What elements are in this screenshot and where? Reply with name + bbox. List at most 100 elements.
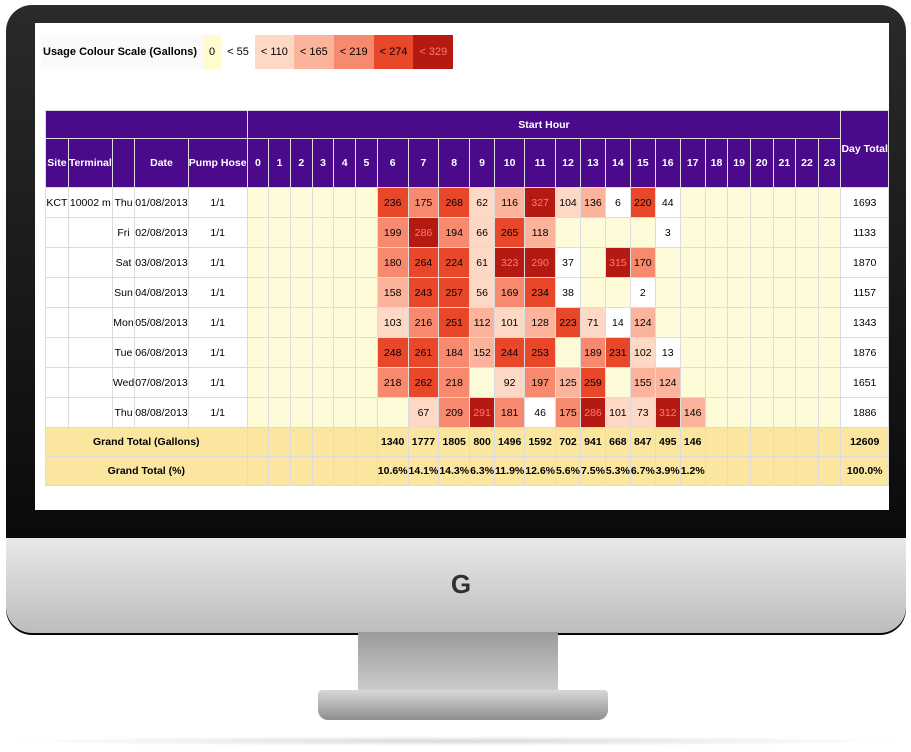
usage-cell: 290 [524,247,557,278]
hour-header: 20 [749,138,774,188]
date-cell: 07/08/2013 [134,367,189,398]
usage-cell [817,217,842,248]
usage-cell: 38 [555,277,581,308]
legend-swatch: < 274 [373,35,414,69]
legend-swatch: < 329 [413,35,454,69]
usage-cell: 56 [469,277,496,308]
hour-header: 14 [604,138,631,188]
usage-cell: 265 [494,217,526,248]
usage-cell [246,397,270,428]
usage-cell: 61 [469,247,496,278]
usage-cell: 312 [654,397,681,428]
usage-cell [772,277,797,308]
usage-cell: 73 [629,397,656,428]
day-total-cell: 1870 [840,247,889,278]
usage-cell [772,307,797,338]
usage-cell: 236 [376,187,409,218]
usage-cell: 136 [579,187,606,218]
grand-total-percent-row: Grand Total (%) 10.6% 14.1% 14.3% 6.3% 11.9% 1… [45,456,889,486]
table-row: Mon 05/08/2013 1/1 103 216 251 112 101 128 223 71 1… [45,307,889,338]
day-cell: Fri [111,217,136,248]
usage-cell [817,397,842,428]
usage-cell [311,277,335,308]
usage-cell [679,217,706,248]
usage-cell [311,217,335,248]
usage-cell: 101 [604,397,631,428]
legend-swatch: < 219 [333,35,374,69]
usage-cell [817,247,842,278]
usage-cell: 103 [376,307,409,338]
usage-cell [376,397,409,428]
hour-header: 0 [246,138,270,188]
usage-cell [333,217,357,248]
usage-cell: 189 [579,337,606,368]
usage-cell [679,277,706,308]
grand-total-cell: 5.3% [604,456,631,486]
usage-cell [268,367,291,398]
usage-cell: 6 [604,187,631,218]
usage-cell: 14 [604,307,631,338]
screen: Usage Colour Scale (Gallons) 0 < 55 < 110 <… [35,23,889,510]
day-cell: Thu [111,187,136,218]
grand-total-cell: 6.3% [469,456,496,486]
usage-cell: 116 [494,187,526,218]
usage-cell [355,247,378,278]
usage-cell [704,217,729,248]
usage-cell: 268 [438,187,471,218]
usage-cell [817,337,842,368]
usage-cell: 101 [494,307,526,338]
usage-cell: 158 [376,277,409,308]
grand-total-cell [311,427,335,457]
grand-total-label: Grand Total (%) [45,456,248,486]
usage-cell: 251 [438,307,471,338]
usage-cell: 124 [654,367,681,398]
hour-header: 6 [376,138,409,188]
grand-total-cell: 1.2% [679,456,706,486]
usage-cell [795,247,819,278]
usage-cell: 286 [407,217,440,248]
usage-cell [772,247,797,278]
hour-header: 9 [469,138,496,188]
usage-cell [333,187,357,218]
usage-cell [604,217,631,248]
pump-hose-cell: 1/1 [187,337,248,368]
usage-cell [268,277,291,308]
usage-cell [749,277,774,308]
hour-header: 17 [679,138,706,188]
terminal-cell [67,277,113,308]
usage-cell [749,367,774,398]
grand-total-cell: 800 [469,427,496,457]
grand-total-cell: 3.9% [654,456,681,486]
day-total-cell: 1343 [840,307,889,338]
usage-cell: 102 [629,337,656,368]
usage-cell [289,247,313,278]
usage-cell [289,337,313,368]
usage-cell: 218 [438,367,471,398]
usage-cell: 315 [604,247,631,278]
grand-total-cell [772,456,797,486]
usage-cell [727,307,751,338]
usage-cell [333,337,357,368]
usage-cell: 220 [629,187,656,218]
usage-cell: 112 [469,307,496,338]
usage-cell [679,307,706,338]
hour-header: 19 [727,138,751,188]
usage-cell: 199 [376,217,409,248]
usage-cell: 92 [494,367,526,398]
pump-hose-cell: 1/1 [187,187,248,218]
day-total-cell: 1693 [840,187,889,218]
pump-hose-cell: 1/1 [187,277,248,308]
grand-total-cell [795,427,819,457]
hour-header: 7 [407,138,440,188]
usage-cell [268,307,291,338]
day-cell: Wed [111,367,136,398]
usage-cell: 327 [524,187,557,218]
hour-header: 2 [289,138,313,188]
usage-cell [246,187,270,218]
usage-cell [333,397,357,428]
date-header: Date [134,138,189,188]
usage-cell: 253 [524,337,557,368]
legend-swatch: 0 [203,35,222,69]
usage-cell [311,397,335,428]
usage-cell [579,217,606,248]
